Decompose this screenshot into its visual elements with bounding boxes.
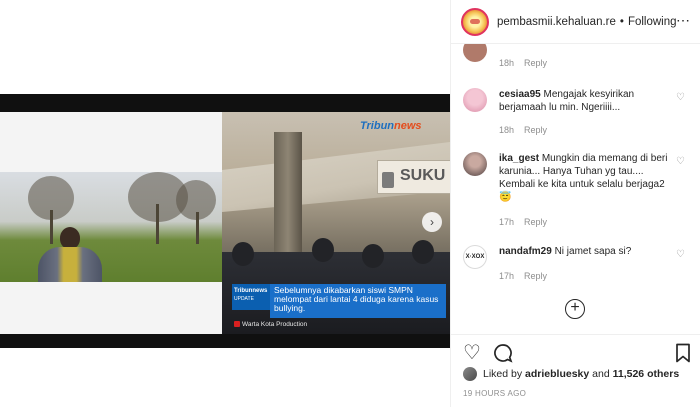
- post-media: SUKU Tribunnews › Tribunnews UPDATE Sebe…: [0, 0, 450, 407]
- credit-text: Warta Kota Production: [242, 321, 308, 328]
- comment-avatar[interactable]: [463, 44, 487, 62]
- youtube-icon: [234, 321, 240, 327]
- heart-icon[interactable]: ♡: [676, 156, 685, 167]
- more-icon[interactable]: ⋯: [676, 12, 691, 29]
- likes-summary: Liked by adriebluesky and 11,526 others: [463, 367, 679, 381]
- comment-time: 17h: [499, 217, 515, 227]
- crowd-head: [232, 242, 254, 266]
- post-header: pembasmii.kehaluan.re • Following ⋯: [451, 0, 700, 44]
- comment-username[interactable]: cesiaa95: [499, 89, 541, 100]
- comment-body: ika_gest Mungkin dia memang di beri karu…: [499, 152, 669, 204]
- comment-meta: 18h Reply: [499, 125, 557, 135]
- crowd-head: [362, 244, 384, 268]
- following-button[interactable]: Following: [628, 16, 677, 28]
- tribun-logo-suffix: news: [394, 120, 422, 132]
- comment-body: nandafm29 Ni jamet sapa si?: [499, 245, 669, 258]
- liker-avatar[interactable]: [463, 367, 477, 381]
- comment-avatar[interactable]: [463, 152, 487, 176]
- caption-credit: Warta Kota Production: [234, 321, 307, 328]
- post-actions: ♡ Liked by adriebluesky and 11,526 other…: [451, 334, 700, 407]
- caption-badge-brand: Tribunnews: [234, 288, 268, 294]
- heart-icon[interactable]: ♡: [676, 249, 685, 260]
- sign-logo-icon: [382, 172, 394, 188]
- comment-meta: 17h Reply: [499, 217, 557, 227]
- heart-icon[interactable]: ♡: [676, 92, 685, 103]
- comment-icon[interactable]: [493, 343, 513, 367]
- plus-circle-icon[interactable]: +: [565, 299, 585, 319]
- comment-meta: 17h Reply: [499, 271, 557, 281]
- person-head: [60, 227, 80, 249]
- tribun-logo: Tribunnews: [360, 120, 422, 132]
- tree-trunk: [156, 204, 159, 244]
- comment-username[interactable]: nandafm29: [499, 246, 552, 257]
- liker-username[interactable]: adriebluesky: [525, 368, 589, 380]
- comments-list: 18h Reply cesiaa95 Mengajak kesyirikan be…: [451, 44, 700, 334]
- sign-text: SUKU: [400, 167, 446, 184]
- reply-button[interactable]: Reply: [524, 271, 547, 281]
- person-figure: [32, 227, 108, 282]
- person-body: [38, 247, 102, 282]
- tribun-logo-text: Tribun: [360, 120, 395, 132]
- caption-badge: Tribunnews UPDATE: [232, 284, 270, 310]
- caption-badge-label: UPDATE: [234, 296, 254, 302]
- header-separator: •: [619, 15, 624, 28]
- comment-avatar[interactable]: X·XOX: [463, 245, 487, 269]
- comment-time: 18h: [499, 58, 515, 68]
- author-avatar[interactable]: [461, 7, 489, 36]
- likes-prefix: Liked by: [483, 368, 523, 380]
- comment-avatar[interactable]: [463, 88, 487, 112]
- crowd-head: [312, 238, 334, 262]
- comment-time: 17h: [499, 271, 515, 281]
- next-slide-button[interactable]: ›: [422, 212, 442, 232]
- news-caption: Tribunnews UPDATE Sebelumnya dikabarkan …: [232, 284, 446, 324]
- likes-others[interactable]: 11,526 others: [613, 368, 680, 380]
- bookmark-icon[interactable]: [675, 343, 691, 367]
- likes-connector: and: [592, 368, 610, 380]
- post-sidebar: pembasmii.kehaluan.re • Following ⋯ 18h R…: [450, 0, 700, 407]
- caption-text: Sebelumnya dikabarkan siswi SMPN melompa…: [270, 284, 446, 318]
- post-timestamp: 19 HOURS AGO: [463, 389, 527, 398]
- reply-button[interactable]: Reply: [524, 58, 547, 68]
- park-scene-image: [0, 172, 222, 282]
- comment-username[interactable]: ika_gest: [499, 153, 539, 164]
- comment-text: Ni jamet sapa si?: [554, 246, 632, 257]
- tree-trunk: [196, 212, 199, 244]
- reply-button[interactable]: Reply: [524, 125, 547, 135]
- comment-meta: 18h Reply: [499, 58, 557, 68]
- reply-button[interactable]: Reply: [524, 217, 547, 227]
- heart-icon[interactable]: ♡: [463, 343, 481, 363]
- comment-body: cesiaa95 Mengajak kesyirikan berjamaah l…: [499, 88, 669, 114]
- video-left-panel: [0, 112, 222, 334]
- comment-time: 18h: [499, 125, 515, 135]
- author-username[interactable]: pembasmii.kehaluan.re: [497, 16, 616, 28]
- crowd-head: [412, 240, 434, 264]
